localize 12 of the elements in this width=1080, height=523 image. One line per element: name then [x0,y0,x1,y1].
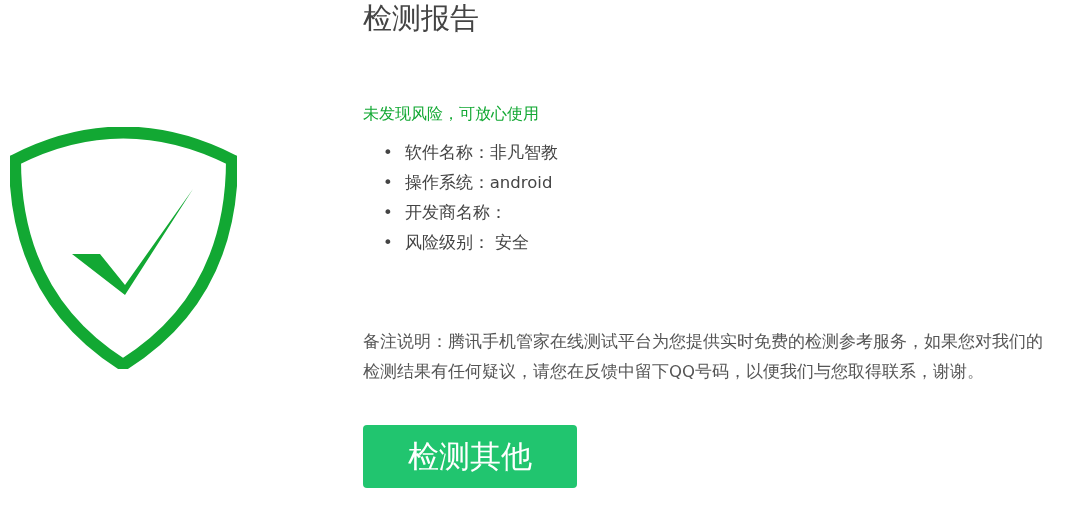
report-title: 检测报告 [363,0,479,36]
bullet: • [383,142,393,164]
note-paragraph: 备注说明：腾讯手机管家在线测试平台为您提供实时免费的检测参考服务，如果您对我们的检测结果有任何疑议，请您在反馈中留下QQ号码，以便我们与您取得联系，谢谢。 [363,331,1044,383]
bullet: • [383,172,393,194]
detail-item: 风险级别： 安全 [404,232,529,254]
bullet: • [383,202,393,224]
detail-item: 软件名称：非凡智教 [404,142,558,164]
status-message: 未发现风险，可放心使用 [363,103,539,125]
detail-item: 开发商名称： [404,202,507,224]
bullet: • [383,232,393,254]
detail-item: 操作系统：android [404,172,553,194]
check-other-button[interactable]: 检测其他 [363,425,577,488]
